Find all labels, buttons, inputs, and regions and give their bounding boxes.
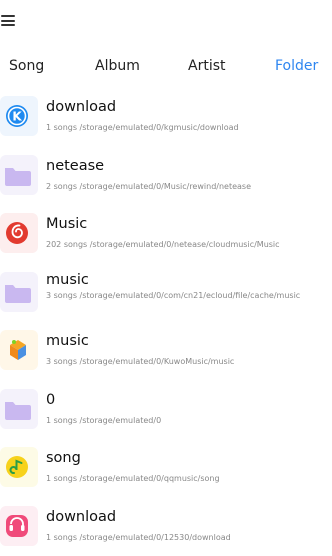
folder-row[interactable]: music 3 songs /storage/emulated/0/KuwoMu… <box>0 322 332 381</box>
folder-name: download <box>46 99 116 115</box>
folder-row[interactable]: song 1 songs /storage/emulated/0/qqmusic… <box>0 439 332 498</box>
netease-music-app-icon <box>0 212 38 254</box>
folder-name: music <box>46 333 89 349</box>
tab-folder[interactable]: Folder <box>275 58 318 74</box>
folder-info: 2 songs /storage/emulated/0/Music/rewind… <box>46 182 326 192</box>
folder-info: 1 songs /storage/emulated/0/kgmusic/down… <box>46 123 326 133</box>
folder-row[interactable]: 0 1 songs /storage/emulated/0 <box>0 381 332 440</box>
folder-info: 202 songs /storage/emulated/0/netease/cl… <box>46 240 326 250</box>
folder-name: Music <box>46 216 87 232</box>
tab-album[interactable]: Album <box>95 58 140 74</box>
svg-text:K: K <box>12 110 22 124</box>
folder-name: music <box>46 272 89 288</box>
folder-icon <box>0 154 38 196</box>
menu-icon[interactable] <box>1 15 15 26</box>
folder-info: 1 songs /storage/emulated/0/12530/downlo… <box>46 533 326 543</box>
folder-name: download <box>46 509 116 525</box>
top-bar <box>0 0 332 44</box>
tab-bar: Song Album Artist Folder <box>0 52 332 82</box>
folder-info: 1 songs /storage/emulated/0/qqmusic/song <box>46 474 326 484</box>
folder-list: K download 1 songs /storage/emulated/0/k… <box>0 88 332 556</box>
kugou-app-icon: K <box>0 95 38 137</box>
folder-icon <box>0 388 38 430</box>
folder-info: 1 songs /storage/emulated/0 <box>46 416 326 426</box>
folder-row[interactable]: Music 202 songs /storage/emulated/0/nete… <box>0 205 332 264</box>
tab-song[interactable]: Song <box>9 58 44 74</box>
folder-name: netease <box>46 158 104 174</box>
kuwo-app-icon <box>0 329 38 371</box>
folder-name: song <box>46 450 81 466</box>
folder-icon <box>0 271 38 313</box>
migu-app-icon <box>0 505 38 547</box>
folder-info: 3 songs /storage/emulated/0/KuwoMusic/mu… <box>46 357 326 367</box>
folder-row[interactable]: music 3 songs /storage/emulated/0/com/cn… <box>0 264 332 323</box>
folder-row[interactable]: K download 1 songs /storage/emulated/0/k… <box>0 88 332 147</box>
folder-info: 3 songs /storage/emulated/0/com/cn21/ecl… <box>46 291 326 301</box>
folder-row[interactable]: netease 2 songs /storage/emulated/0/Musi… <box>0 147 332 206</box>
folder-row[interactable]: download 1 songs /storage/emulated/0/125… <box>0 498 332 556</box>
folder-name: 0 <box>46 392 55 408</box>
qq-music-app-icon <box>0 446 38 488</box>
tab-artist[interactable]: Artist <box>188 58 226 74</box>
